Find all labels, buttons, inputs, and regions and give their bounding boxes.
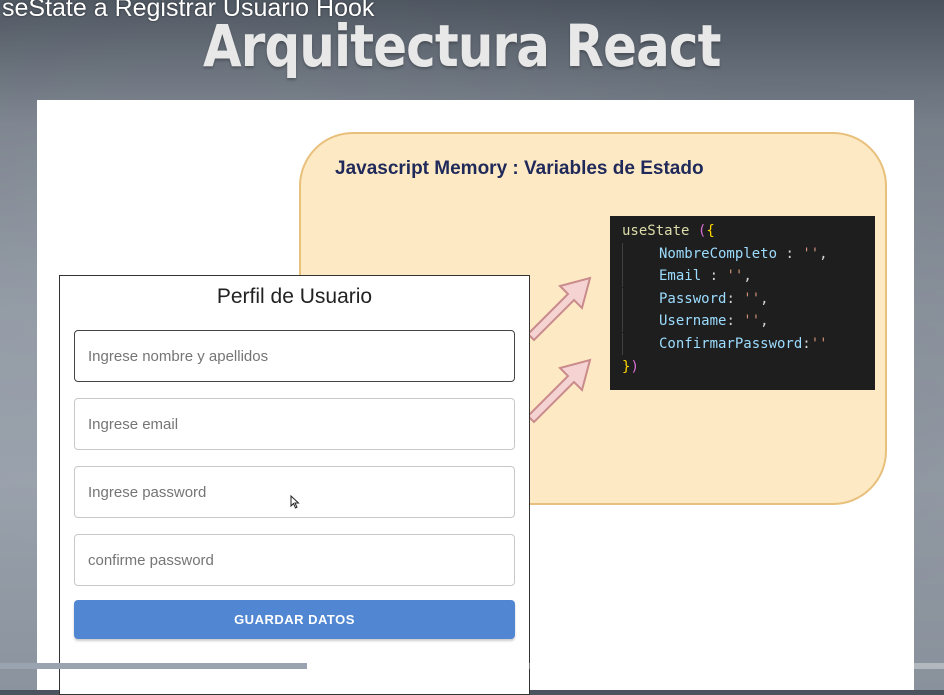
video-progress-fill	[0, 663, 307, 669]
code-line-key: Username: '',	[622, 310, 875, 333]
code-key: NombreCompleto	[659, 245, 778, 262]
confirm-password-input[interactable]	[74, 534, 515, 586]
code-fn: useState	[622, 223, 690, 239]
mouse-cursor-icon	[290, 495, 300, 509]
arrow-up-right-icon	[526, 276, 592, 342]
full-name-input[interactable]	[74, 330, 515, 382]
slide-title: Arquitectura React	[203, 12, 721, 80]
code-key: ConfirmarPassword	[659, 335, 803, 352]
save-data-button[interactable]: GUARDAR DATOS	[74, 600, 515, 639]
memory-title: Javascript Memory : Variables de Estado	[335, 158, 704, 179]
code-key: Password	[659, 290, 727, 307]
video-progress-bar[interactable]	[0, 663, 944, 669]
code-line-key: Email : '',	[622, 265, 875, 288]
arrow-up-right-icon	[526, 358, 592, 424]
code-panel: useState ({ NombreCompleto : '', Email :…	[610, 216, 875, 390]
code-key: Username	[659, 313, 727, 330]
form-title: Perfil de Usuario	[216, 285, 373, 308]
code-line-key: NombreCompleto : '',	[622, 242, 875, 266]
email-input[interactable]	[74, 398, 515, 450]
code-line-key: Password: '',	[622, 287, 875, 311]
code-line-open: useState ({	[622, 223, 715, 239]
code-line-close: })	[622, 358, 639, 375]
code-key: Email	[659, 268, 702, 285]
code-line-key: ConfirmarPassword:''	[622, 332, 875, 356]
password-input[interactable]	[74, 466, 515, 518]
user-profile-form: Perfil de Usuario GUARDAR DATOS	[59, 275, 530, 695]
